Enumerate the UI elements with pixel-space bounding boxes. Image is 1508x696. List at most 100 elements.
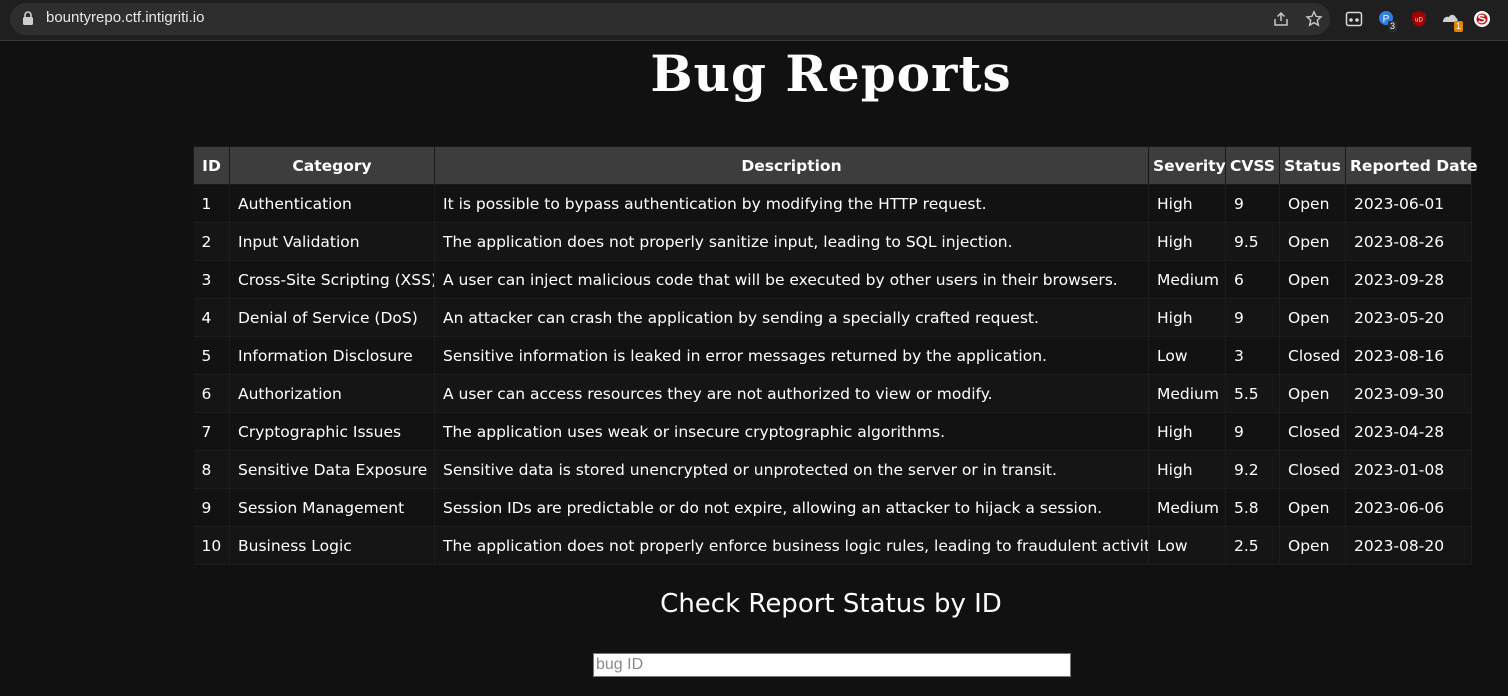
ublock-icon[interactable]: uD [1410,10,1428,28]
cell-severity: High [1148,412,1226,451]
cell-cvss: 6 [1225,260,1280,299]
cell-reported-date: 2023-09-28 [1345,260,1472,299]
column-header-reported-date: Reported Date [1345,146,1478,185]
extension-icon[interactable] [1345,10,1363,28]
cell-severity: High [1148,222,1226,261]
cell-id: 6 [193,374,230,413]
bug-reports-table: ID Category Description Severity CVSS St… [193,146,1478,565]
lock-icon[interactable] [22,11,34,25]
cell-id: 10 [193,526,230,565]
table-header-row: ID Category Description Severity CVSS St… [193,146,1478,185]
cell-id: 2 [193,222,230,261]
column-header-cvss: CVSS [1225,146,1280,185]
cell-severity: High [1148,450,1226,489]
cell-reported-date: 2023-08-26 [1345,222,1472,261]
cell-reported-date: 2023-06-06 [1345,488,1472,527]
table-row: 6 Authorization A user can access resour… [193,374,1472,413]
cell-status: Open [1279,488,1346,527]
bug-id-input[interactable] [593,653,1071,677]
column-header-category: Category [229,146,435,185]
cell-reported-date: 2023-08-20 [1345,526,1472,565]
cell-description: An attacker can crash the application by… [434,298,1149,337]
cell-status: Open [1279,298,1346,337]
table-row: 10 Business Logic The application does n… [193,526,1472,565]
column-header-description: Description [434,146,1149,185]
table-row: 1 Authentication It is possible to bypas… [193,184,1472,223]
cell-cvss: 9.2 [1225,450,1280,489]
cell-cvss: 5.8 [1225,488,1280,527]
cell-id: 9 [193,488,230,527]
profile-icon[interactable] [1473,10,1491,28]
cell-cvss: 9 [1225,298,1280,337]
cell-reported-date: 2023-04-28 [1345,412,1472,451]
cell-cvss: 2.5 [1225,526,1280,565]
cell-status: Open [1279,184,1346,223]
cell-severity: High [1148,298,1226,337]
cell-status: Closed [1279,450,1346,489]
cell-reported-date: 2023-06-01 [1345,184,1472,223]
cell-category: Session Management [229,488,435,527]
address-bar[interactable] [10,3,1330,35]
table-row: 2 Input Validation The application does … [193,222,1472,261]
cell-id: 5 [193,336,230,375]
cell-description: A user can inject malicious code that wi… [434,260,1149,299]
cell-id: 1 [193,184,230,223]
cell-category: Cryptographic Issues [229,412,435,451]
cell-category: Business Logic [229,526,435,565]
cell-severity: Medium [1148,260,1226,299]
cell-status: Open [1279,260,1346,299]
cell-category: Sensitive Data Exposure [229,450,435,489]
cell-cvss: 9.5 [1225,222,1280,261]
table-row: 9 Session Management Session IDs are pre… [193,488,1472,527]
status-check-heading: Check Report Status by ID [660,589,1002,619]
cell-reported-date: 2023-09-30 [1345,374,1472,413]
cell-cvss: 5.5 [1225,374,1280,413]
cell-status: Open [1279,526,1346,565]
cell-category: Cross-Site Scripting (XSS) [229,260,435,299]
column-header-status: Status [1279,146,1346,185]
table-row: 5 Information Disclosure Sensitive infor… [193,336,1472,375]
cell-description: Session IDs are predictable or do not ex… [434,488,1149,527]
browser-toolbar: bountyrepo.ctf.intigriti.io P 3 uD 1 [0,0,1508,41]
cell-status: Open [1279,222,1346,261]
share-icon[interactable] [1272,10,1290,28]
cell-severity: High [1148,184,1226,223]
table-row: 8 Sensitive Data Exposure Sensitive data… [193,450,1472,489]
cell-description: The application does not properly saniti… [434,222,1149,261]
star-icon[interactable] [1305,10,1323,28]
page-title: Bug Reports [650,44,1012,103]
cell-id: 4 [193,298,230,337]
cell-reported-date: 2023-01-08 [1345,450,1472,489]
table-row: 7 Cryptographic Issues The application u… [193,412,1472,451]
cell-category: Information Disclosure [229,336,435,375]
cell-category: Authentication [229,184,435,223]
column-header-id: ID [193,146,230,185]
table-row: 4 Denial of Service (DoS) An attacker ca… [193,298,1472,337]
cell-description: Sensitive information is leaked in error… [434,336,1149,375]
cell-severity: Low [1148,336,1226,375]
cell-id: 8 [193,450,230,489]
cell-status: Closed [1279,412,1346,451]
svg-text:uD: uD [1415,18,1423,24]
cell-status: Closed [1279,336,1346,375]
cell-description: Sensitive data is stored unencrypted or … [434,450,1149,489]
cell-status: Open [1279,374,1346,413]
cell-description: The application uses weak or insecure cr… [434,412,1149,451]
url-text[interactable]: bountyrepo.ctf.intigriti.io [46,9,204,26]
cell-id: 3 [193,260,230,299]
cell-cvss: 3 [1225,336,1280,375]
extension-badge: 3 [1388,21,1398,32]
cell-description: A user can access resources they are not… [434,374,1149,413]
cell-cvss: 9 [1225,412,1280,451]
extension-badge: 1 [1454,21,1464,32]
column-header-severity: Severity [1148,146,1226,185]
cell-reported-date: 2023-05-20 [1345,298,1472,337]
cell-category: Input Validation [229,222,435,261]
cell-reported-date: 2023-08-16 [1345,336,1472,375]
cell-severity: Low [1148,526,1226,565]
cell-description: The application does not properly enforc… [434,526,1149,565]
cell-description: It is possible to bypass authentication … [434,184,1149,223]
table-row: 3 Cross-Site Scripting (XSS) A user can … [193,260,1472,299]
cell-id: 7 [193,412,230,451]
cell-cvss: 9 [1225,184,1280,223]
